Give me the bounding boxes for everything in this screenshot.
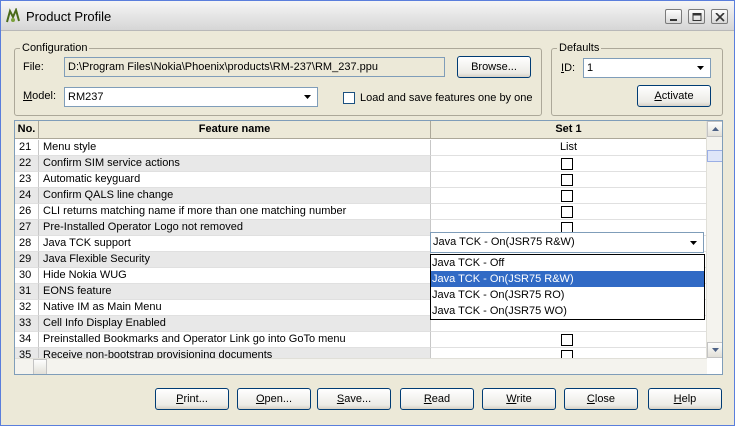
row-number: 27 (15, 220, 39, 236)
model-label: Model: (23, 90, 57, 102)
save-button[interactable]: Save... (317, 388, 391, 410)
feature-checkbox[interactable] (561, 334, 573, 346)
set1-value[interactable]: List (431, 140, 707, 156)
feature-checkbox[interactable] (561, 190, 573, 202)
close-button[interactable]: Close (564, 388, 638, 410)
row-number: 32 (15, 300, 39, 316)
minimize-icon (670, 19, 677, 21)
minimize-button[interactable] (665, 9, 682, 24)
id-select[interactable]: 1 (583, 58, 711, 78)
feature-checkbox[interactable] (561, 174, 573, 186)
table-row[interactable]: 24 Confirm QALS line change (15, 188, 707, 204)
id-value: 1 (587, 62, 594, 74)
set1-value[interactable] (431, 332, 707, 348)
window-title: Product Profile (26, 9, 112, 24)
row-number: 21 (15, 140, 39, 156)
table-row[interactable]: 34 Preinstalled Bookmarks and Operator Li… (15, 332, 707, 348)
chevron-down-icon[interactable] (300, 89, 316, 105)
app-logo-icon (6, 8, 20, 23)
feature-name: Pre-Installed Operator Logo not removed (39, 220, 431, 236)
feature-name: Hide Nokia WUG (39, 268, 431, 284)
model-select[interactable]: RM237 (64, 87, 318, 107)
row-number: 29 (15, 252, 39, 268)
maximize-icon (692, 13, 702, 21)
feature-name: CLI returns matching name if more than o… (39, 204, 431, 220)
set1-value[interactable] (431, 188, 707, 204)
h-scroll-thumb[interactable] (33, 359, 47, 374)
table-row[interactable]: 23 Automatic keyguard (15, 172, 707, 188)
row-number: 23 (15, 172, 39, 188)
column-header-feature-name[interactable]: Feature name (39, 121, 431, 139)
table-row[interactable]: 21 Menu style List (15, 140, 707, 156)
activate-button[interactable]: Activate (637, 85, 711, 107)
java-tck-option[interactable]: Java TCK - On(JSR75 WO) (431, 303, 704, 319)
column-header-set1[interactable]: Set 1 (431, 121, 707, 139)
feature-name: Confirm QALS line change (39, 188, 431, 204)
set1-value[interactable] (431, 204, 707, 220)
feature-name: Java Flexible Security (39, 252, 431, 268)
print-button[interactable]: Print... (155, 388, 229, 410)
read-button[interactable]: Read (400, 388, 474, 410)
write-button[interactable]: Write (482, 388, 556, 410)
arrow-down-icon (712, 348, 719, 352)
close-icon (715, 13, 725, 22)
scroll-up-button[interactable] (707, 121, 722, 137)
feature-name: EONS feature (39, 284, 431, 300)
horizontal-scrollbar[interactable] (15, 358, 707, 374)
feature-name: Automatic keyguard (39, 172, 431, 188)
feature-name: Java TCK support (39, 236, 431, 252)
java-tck-option-selected[interactable]: Java TCK - On(JSR75 R&W) (431, 271, 704, 287)
row-number: 30 (15, 268, 39, 284)
row-number: 24 (15, 188, 39, 204)
load-save-one-by-one-checkbox[interactable] (343, 92, 355, 104)
table-row[interactable]: 22 Confirm SIM service actions (15, 156, 707, 172)
scroll-thumb[interactable] (707, 150, 722, 162)
file-label: File: (23, 61, 44, 73)
feature-name: Cell Info Display Enabled (39, 316, 431, 332)
vertical-scrollbar[interactable] (706, 121, 722, 358)
id-label: ID: (561, 62, 576, 74)
java-tck-options-list: Java TCK - Off Java TCK - On(JSR75 R&W) … (430, 254, 705, 320)
java-tck-option[interactable]: Java TCK - Off (431, 255, 704, 271)
feature-checkbox[interactable] (561, 158, 573, 170)
load-save-one-by-one-label: Load and save features one by one (360, 92, 533, 104)
java-tck-option[interactable]: Java TCK - On(JSR75 RO) (431, 287, 704, 303)
help-button[interactable]: Help (648, 388, 722, 410)
open-button[interactable]: Open... (237, 388, 311, 410)
scroll-down-button[interactable] (707, 342, 722, 358)
row-number: 33 (15, 316, 39, 332)
feature-name: Menu style (39, 140, 431, 156)
title-bar[interactable]: Product Profile (1, 1, 734, 31)
browse-button[interactable]: Browse... (457, 56, 531, 78)
configuration-legend: Configuration (20, 42, 90, 54)
feature-checkbox[interactable] (561, 206, 573, 218)
row-number: 28 (15, 236, 39, 252)
row-number: 31 (15, 284, 39, 300)
close-window-button[interactable] (711, 9, 728, 24)
feature-name: Preinstalled Bookmarks and Operator Link… (39, 332, 431, 348)
model-value: RM237 (68, 91, 104, 103)
chevron-down-icon[interactable] (686, 235, 702, 251)
column-header-no[interactable]: No. (15, 121, 39, 139)
chevron-down-icon[interactable] (693, 60, 709, 76)
row-number: 22 (15, 156, 39, 172)
set1-value[interactable] (431, 156, 707, 172)
set1-value[interactable] (431, 172, 707, 188)
feature-name: Confirm SIM service actions (39, 156, 431, 172)
product-profile-window: Product Profile Configuration File: D:\P… (0, 0, 735, 426)
arrow-up-icon (712, 127, 719, 131)
row-number: 34 (15, 332, 39, 348)
defaults-legend: Defaults (557, 42, 602, 54)
table-row[interactable]: 26 CLI returns matching name if more than… (15, 204, 707, 220)
row-number: 26 (15, 204, 39, 220)
feature-name: Native IM as Main Menu (39, 300, 431, 316)
file-path-field[interactable]: D:\Program Files\Nokia\Phoenix\products\… (64, 57, 445, 77)
maximize-button[interactable] (688, 9, 705, 24)
java-tck-selected-value: Java TCK - On(JSR75 R&W) (433, 236, 575, 248)
java-tck-select[interactable]: Java TCK - On(JSR75 R&W) (430, 232, 704, 253)
